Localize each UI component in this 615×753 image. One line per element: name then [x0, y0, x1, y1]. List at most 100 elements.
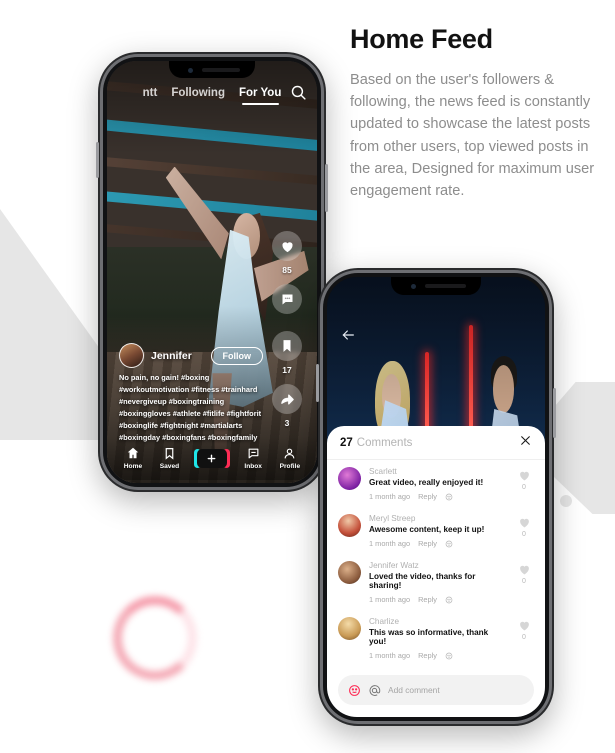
author-name[interactable]: Jennifer: [151, 350, 192, 362]
comment-meta: 1 month ago Reply: [369, 492, 506, 501]
search-icon[interactable]: [290, 84, 307, 106]
home-icon: [127, 447, 139, 459]
comment-text: Great video, really enjoyed it!: [369, 478, 484, 487]
earpiece-speaker: [425, 284, 466, 288]
front-camera-icon: [187, 67, 193, 73]
phone2-screen: 27 Comments Scarlett Great video, really…: [327, 277, 545, 717]
phone2-volume-button: [316, 364, 319, 402]
comment-input-wrapper[interactable]: Add comment: [338, 675, 534, 705]
comment-meta: 1 month ago Reply: [369, 595, 506, 604]
add-comment-placeholder[interactable]: Add comment: [388, 685, 440, 695]
comment-item[interactable]: Scarlett Great video, really enjoyed it!…: [338, 460, 534, 507]
screenshot-root: Home Feed Based on the user's followers …: [0, 0, 615, 753]
at-mention-icon[interactable]: [368, 684, 381, 697]
avatar[interactable]: [338, 514, 361, 537]
description-block: Home Feed Based on the user's followers …: [350, 24, 600, 202]
comment-author: Charlize: [369, 617, 400, 626]
comment-author: Jennifer Watz: [369, 561, 419, 570]
heart-icon: [519, 518, 529, 528]
nav-item-home[interactable]: Home: [124, 446, 142, 470]
comment-item[interactable]: Meryl Streep Awesome content, keep it up…: [338, 507, 534, 554]
like-button[interactable]: [272, 231, 302, 261]
tab-following[interactable]: Following: [171, 87, 225, 99]
back-arrow-icon[interactable]: [340, 327, 356, 348]
phone1-volume-button: [96, 142, 99, 178]
music-title: ben music: [132, 482, 172, 483]
follow-button[interactable]: Follow: [210, 346, 263, 365]
comments-header: 27 Comments: [327, 426, 545, 460]
feed-author-row: Jennifer Follow: [119, 343, 263, 368]
nav-item-create[interactable]: [193, 448, 230, 468]
tab-recent[interactable]: ntt: [143, 87, 158, 99]
phone2-notch: [391, 277, 481, 295]
emoji-icon[interactable]: [445, 652, 453, 660]
avatar[interactable]: [338, 467, 361, 490]
close-icon[interactable]: [519, 434, 532, 452]
tab-for-you[interactable]: For You: [239, 87, 281, 105]
comment-like-group[interactable]: 0: [514, 467, 534, 501]
phone2-power-button: [553, 388, 556, 438]
emoji-icon[interactable]: [445, 493, 453, 501]
feed-tab-bar: ntt Following For You: [107, 87, 317, 105]
phone-mockup-feed: ntt Following For You 85 17 3 Jennifer F…: [96, 52, 328, 492]
comment-timestamp: 1 month ago: [369, 595, 411, 604]
emoji-icon[interactable]: [348, 684, 361, 697]
page-description: Based on the user's followers & followin…: [350, 72, 595, 199]
plus-icon[interactable]: [193, 448, 230, 468]
comment-like-group[interactable]: 0: [514, 561, 534, 604]
comment-item[interactable]: Jennifer Watz Loved the video, thanks fo…: [338, 554, 534, 610]
phone1-notch: [169, 61, 255, 78]
music-note-icon: [119, 483, 127, 484]
comment-button[interactable]: [272, 284, 302, 314]
bottom-navigation-bar: Home Saved Inbox Profile: [107, 436, 317, 480]
emoji-icon[interactable]: [445, 540, 453, 548]
comment-item[interactable]: Charlize This was so informative, thank …: [338, 610, 534, 666]
comments-label: Comments: [356, 436, 413, 449]
bookmark-icon: [165, 447, 174, 460]
decorative-dot-right: [560, 495, 572, 507]
nav-item-saved[interactable]: Saved: [160, 447, 179, 470]
share-count: 3: [284, 418, 290, 428]
like-count: 85: [282, 265, 292, 275]
music-row[interactable]: ben music: [119, 482, 172, 483]
comment-reply-button[interactable]: Reply: [418, 651, 437, 660]
comment-like-group[interactable]: 0: [514, 514, 534, 548]
phone1-screen: ntt Following For You 85 17 3 Jennifer F…: [107, 61, 317, 483]
comment-like-count: 0: [522, 634, 526, 641]
nav-item-inbox[interactable]: Inbox: [244, 447, 262, 470]
add-comment-bar: Add comment: [327, 669, 545, 717]
comments-list[interactable]: Scarlett Great video, really enjoyed it!…: [327, 460, 545, 669]
inbox-icon: [248, 448, 259, 458]
bookmark-button[interactable]: [272, 331, 302, 361]
post-caption: No pain, no gain! #boxing #workoutmotiva…: [119, 373, 262, 442]
loading-spinner-graphic: [113, 596, 197, 680]
comment-like-group[interactable]: 0: [514, 617, 534, 660]
comment-like-count: 0: [522, 578, 526, 585]
nav-label-inbox: Inbox: [244, 462, 262, 470]
avatar[interactable]: [338, 561, 361, 584]
nav-item-profile[interactable]: Profile: [279, 447, 301, 470]
person-icon: [284, 448, 295, 458]
comments-sheet: 27 Comments Scarlett Great video, really…: [327, 426, 545, 717]
avatar[interactable]: [119, 343, 144, 368]
nav-label-profile: Profile: [279, 462, 301, 470]
comment-meta: 1 month ago Reply: [369, 651, 506, 660]
heart-icon: [519, 565, 529, 575]
comment-reply-button[interactable]: Reply: [418, 539, 437, 548]
share-button[interactable]: [272, 384, 302, 414]
avatar[interactable]: [338, 617, 361, 640]
comment-reply-button[interactable]: Reply: [418, 492, 437, 501]
comment-text: Awesome content, keep it up!: [369, 525, 485, 534]
comment-meta: 1 month ago Reply: [369, 539, 506, 548]
comment-author: Scarlett: [369, 467, 397, 476]
decorative-circle-right: [583, 470, 615, 506]
heart-icon: [519, 621, 529, 631]
comments-count: 27: [340, 436, 353, 449]
feed-action-rail: 85 17 3: [267, 231, 307, 433]
comment-like-count: 0: [522, 531, 526, 538]
phone1-power-button: [325, 164, 328, 212]
heart-icon: [519, 471, 529, 481]
comment-reply-button[interactable]: Reply: [418, 595, 437, 604]
comment-text: This was so informative, thank you!: [369, 628, 489, 646]
emoji-icon[interactable]: [445, 596, 453, 604]
